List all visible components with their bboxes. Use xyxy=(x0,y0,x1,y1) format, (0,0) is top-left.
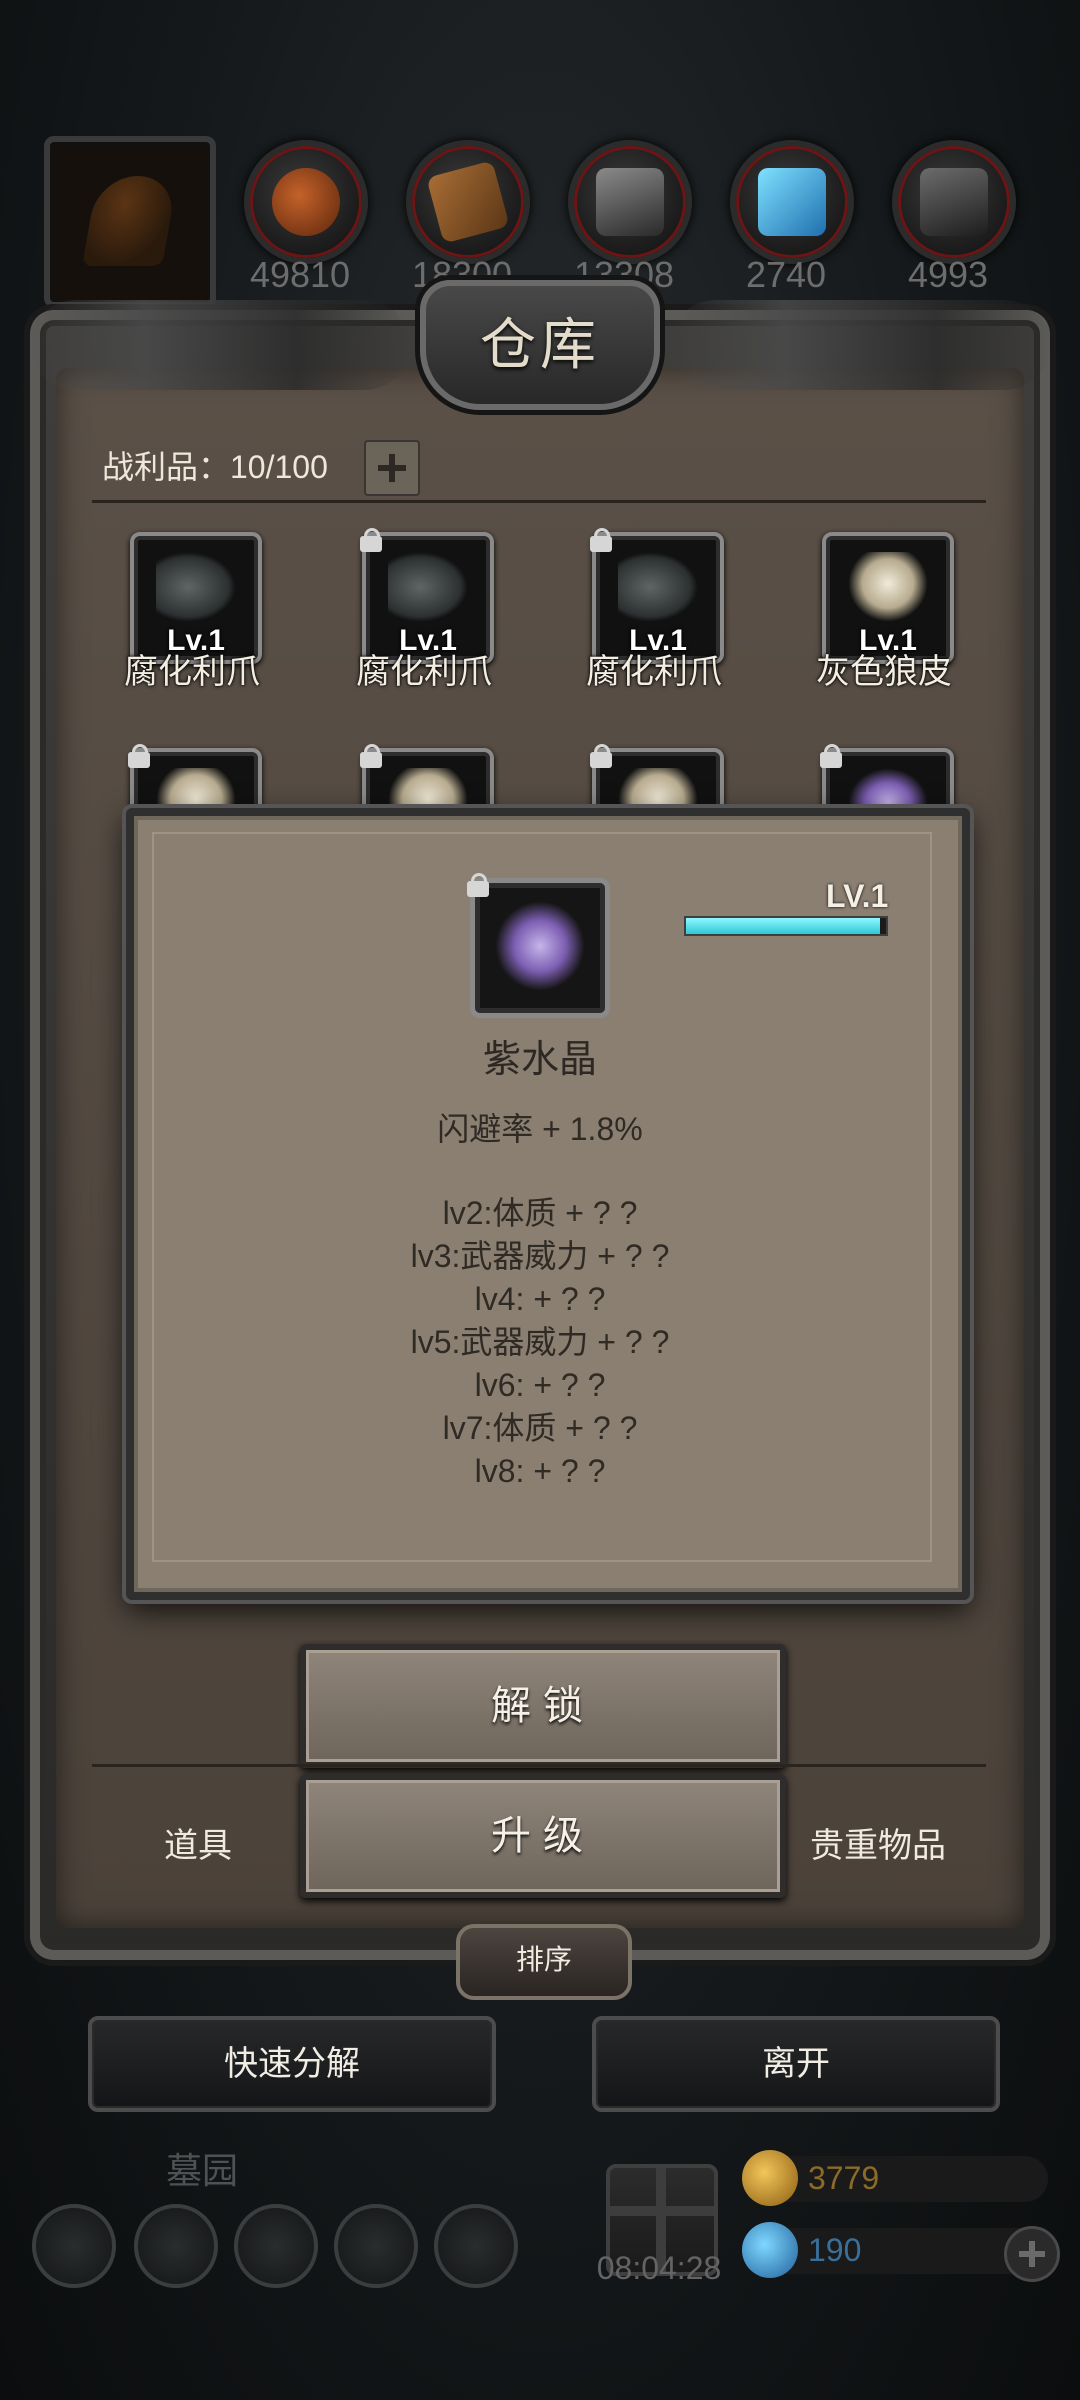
resource-dark-metal[interactable] xyxy=(892,140,1016,264)
loot-capacity-label: 战利品：10/100 xyxy=(102,449,328,485)
nav-quest-icon[interactable] xyxy=(434,2204,518,2288)
pelt-icon xyxy=(848,552,928,622)
lock-icon xyxy=(360,528,382,552)
upgrade-line: lv7:体质 + ? ? xyxy=(442,1410,638,1446)
resource-orange-orb[interactable] xyxy=(244,140,368,264)
resource-wood[interactable] xyxy=(406,140,530,264)
lock-icon xyxy=(360,744,382,768)
orange-orb-icon xyxy=(272,168,340,236)
ornament-right xyxy=(670,300,1050,390)
location-label: 墓园 xyxy=(166,2150,239,2191)
upgrade-line: lv4: + ? ? xyxy=(474,1281,606,1317)
lock-icon xyxy=(128,744,150,768)
lock-icon xyxy=(590,528,612,552)
nav-equipment-icon[interactable] xyxy=(234,2204,318,2288)
wood-plank-icon xyxy=(426,160,510,244)
resource-count: 49810 xyxy=(249,254,351,295)
leave-button[interactable]: 离开 xyxy=(592,2016,1000,2112)
add-currency-icon[interactable] xyxy=(1004,2226,1060,2282)
resource-count: 2740 xyxy=(745,254,827,295)
upgrade-line: lv5:武器威力 + ? ? xyxy=(410,1324,670,1360)
selected-item-slot xyxy=(467,873,610,1018)
gem-icon xyxy=(742,2222,798,2278)
lock-icon xyxy=(590,744,612,768)
claw-icon xyxy=(388,552,468,622)
item-name: 腐化利爪 xyxy=(356,653,492,691)
tab-valuables[interactable]: 贵重物品 xyxy=(810,1818,946,1867)
resource-crystal[interactable] xyxy=(730,140,854,264)
tab-items[interactable]: 道具 xyxy=(164,1818,232,1867)
sort-button[interactable]: 排序 xyxy=(456,1924,632,2000)
upgrade-button[interactable]: 升级 xyxy=(300,1774,786,1898)
item-level-label: LV.1 xyxy=(826,878,889,914)
expand-capacity-button[interactable] xyxy=(364,440,420,496)
hooded-figure-icon xyxy=(82,176,178,266)
gold-coin-icon xyxy=(742,2150,798,2206)
amethyst-icon xyxy=(495,901,585,991)
upgrade-line: lv8: + ? ? xyxy=(474,1453,606,1489)
item-stat: 闪避率 + 1.8% xyxy=(437,1111,643,1147)
gem-amount: 190 xyxy=(808,2232,862,2268)
experience-bar xyxy=(684,916,888,936)
iron-ingot-icon xyxy=(596,168,664,236)
unlock-button[interactable]: 解锁 xyxy=(300,1644,786,1768)
item-name: 灰色狼皮 xyxy=(816,653,952,691)
lock-icon xyxy=(820,744,842,768)
blue-crystal-icon xyxy=(758,168,826,236)
upgrade-line: lv3:武器威力 + ? ? xyxy=(410,1238,670,1274)
item-name: 腐化利爪 xyxy=(586,653,722,691)
quick-decompose-button[interactable]: 快速分解 xyxy=(88,2016,496,2112)
nav-settings-icon[interactable] xyxy=(32,2204,116,2288)
nav-skills-icon[interactable] xyxy=(134,2204,218,2288)
gold-amount: 3779 xyxy=(808,2160,880,2196)
upgrade-line: lv2:体质 + ? ? xyxy=(442,1195,638,1231)
divider xyxy=(92,500,986,503)
upgrade-line: lv6: + ? ? xyxy=(474,1367,606,1403)
divider xyxy=(92,1764,986,1767)
gift-timer: 08:04:28 xyxy=(596,2250,722,2286)
experience-fill xyxy=(686,918,880,934)
hero-portrait[interactable] xyxy=(44,136,216,308)
dark-metal-icon xyxy=(920,168,988,236)
claw-icon xyxy=(618,552,698,622)
resource-iron[interactable] xyxy=(568,140,692,264)
lock-icon xyxy=(467,873,489,897)
item-name-title: 紫水晶 xyxy=(482,1039,597,1081)
claw-icon xyxy=(156,552,236,622)
ornament-left xyxy=(30,300,410,390)
nav-map-icon[interactable] xyxy=(334,2204,418,2288)
warehouse-title: 仓库 xyxy=(480,313,600,378)
item-name: 腐化利爪 xyxy=(124,653,260,691)
resource-count: 4993 xyxy=(907,254,989,295)
